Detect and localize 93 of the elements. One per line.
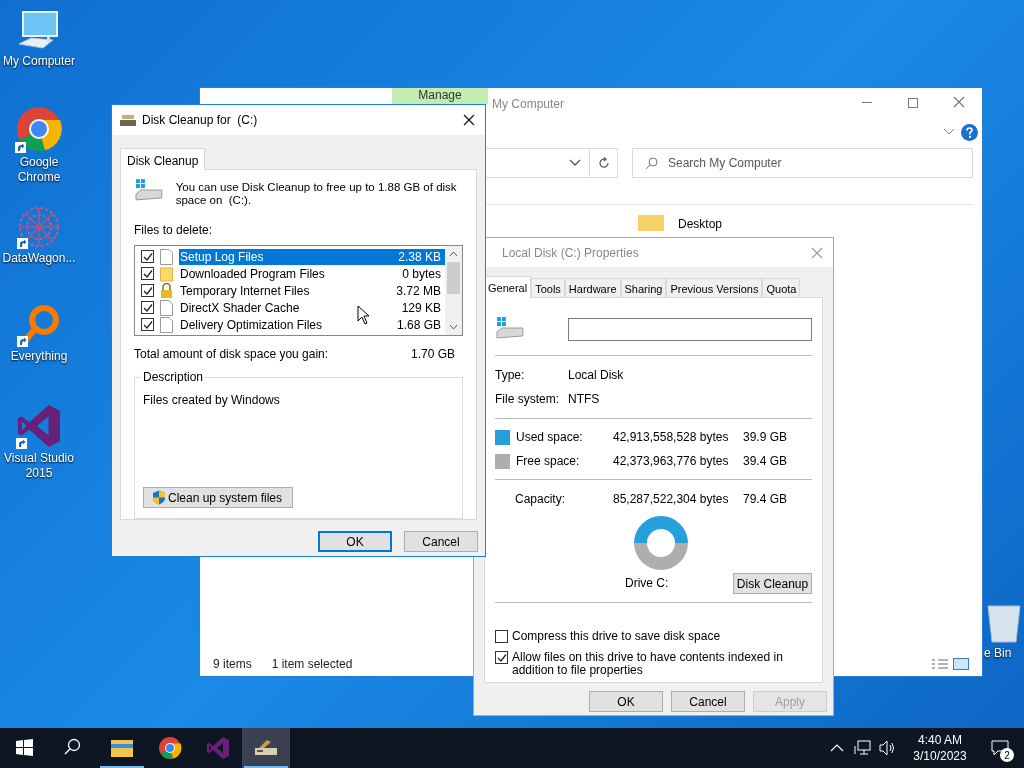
dialog-button[interactable]: Cancel	[404, 531, 478, 552]
help-icon[interactable]	[961, 123, 978, 141]
dialog-button[interactable]: Cancel	[671, 691, 745, 712]
file-row[interactable]: Delivery Optimization Files 1.68 GB	[179, 316, 445, 333]
checkbox-label[interactable]: Compress this drive to save disk space	[512, 630, 812, 643]
file-row[interactable]: Temporary Internet Files 3.72 MB	[179, 282, 445, 299]
folder-icon	[110, 738, 134, 758]
drive-icon	[495, 316, 525, 342]
dialog-button[interactable]: OK	[589, 691, 663, 712]
field-value: 42,913,558,528 bytes	[613, 429, 730, 446]
chevron-down-icon[interactable]	[943, 128, 955, 136]
desktop-icon-label[interactable]: My Computer	[1, 54, 77, 69]
mesh-pattern-icon	[17, 205, 61, 249]
tab[interactable]: Sharing	[620, 278, 667, 297]
drive-name-field[interactable]	[567, 317, 812, 341]
dialog-title: Local Disk (C:) Properties	[502, 244, 640, 262]
tab[interactable]: Hardware	[564, 278, 621, 297]
field-value: 42,373,963,776 bytes	[613, 453, 730, 470]
page-icon	[160, 299, 173, 316]
field-value: NTFS	[568, 391, 600, 408]
desktop-icon-label[interactable]: Everything	[1, 349, 77, 364]
vs-logo-icon	[16, 403, 62, 449]
page-icon	[160, 316, 173, 333]
field-label: Used space:	[516, 429, 584, 446]
total-label: Total amount of disk space you gain:	[134, 346, 330, 364]
large-icons-view-icon[interactable]	[953, 658, 969, 670]
computer-icon	[17, 10, 61, 52]
shield-icon	[152, 490, 166, 505]
field-label: File system:	[495, 391, 560, 408]
field-value: 39.9 GB	[743, 429, 788, 446]
vs-logo-icon	[206, 736, 230, 760]
field-label: Capacity:	[515, 491, 567, 508]
drive-brush-icon	[253, 738, 279, 758]
file-row[interactable]: Downloaded Program Files 0 bytes	[179, 265, 445, 282]
tab[interactable]: Tools	[531, 278, 565, 297]
clock[interactable]: 4:40 AM 3/10/2023	[904, 732, 976, 764]
desktop-icon-label[interactable]: Google Chrome	[1, 155, 77, 185]
tab[interactable]: Previous Versions	[666, 278, 763, 297]
tab[interactable]: Disk Cleanup	[120, 148, 206, 170]
checkbox[interactable]	[495, 651, 508, 664]
checkbox[interactable]	[495, 630, 508, 643]
network-icon[interactable]	[854, 740, 872, 756]
drive-icon	[134, 178, 164, 204]
notification-count: 2	[1000, 748, 1014, 762]
checkbox[interactable]	[141, 250, 154, 263]
status-text: 9 items	[213, 656, 252, 673]
file-row[interactable]: DirectX Shader Cache 129 KB	[179, 299, 445, 316]
file-row[interactable]: Setup Log Files 2.38 KB	[179, 248, 445, 265]
desktop-icon-label[interactable]: Visual Studio 2015	[1, 451, 77, 481]
total-value: 1.70 GB	[410, 346, 455, 364]
tab[interactable]: Quota	[762, 278, 801, 297]
checkbox[interactable]	[141, 267, 154, 280]
checkbox-label[interactable]: Allow files on this drive to have contents indexed in addition to file properties	[512, 651, 812, 677]
tab[interactable]: General	[484, 276, 532, 298]
drive-label: Drive C:	[625, 575, 669, 592]
ribbon-tab[interactable]: Manage	[392, 88, 488, 104]
checkbox[interactable]	[141, 301, 154, 314]
taskbar-app-button[interactable]	[242, 728, 290, 768]
window-title: My Computer	[492, 96, 565, 113]
desktop-icon-label[interactable]: e Bin	[984, 644, 1024, 662]
desktop-icon-label[interactable]: DataWagon...	[1, 251, 77, 266]
dialog-title: Disk Cleanup for (C:)	[142, 112, 259, 129]
field-value: 39.4 GB	[743, 453, 788, 470]
status-text: 1 item selected	[271, 656, 353, 673]
disk-cleanup-button[interactable]: Disk Cleanup	[733, 573, 812, 594]
mouse-cursor-icon	[357, 305, 370, 325]
speaker-icon[interactable]	[878, 740, 896, 756]
chevron-down-icon[interactable]	[569, 159, 581, 167]
clean-system-files-button[interactable]: Clean up system files	[143, 487, 293, 508]
folder-label[interactable]: Desktop	[678, 215, 723, 233]
folder-icon	[160, 265, 173, 282]
search-icon	[645, 156, 658, 170]
drive-brush-icon	[120, 113, 136, 127]
checkbox[interactable]	[141, 318, 154, 331]
section-label: Files to delete:	[134, 222, 214, 239]
search-field[interactable]: Search My Computer	[632, 148, 973, 178]
field-label: Free space:	[516, 453, 581, 470]
field-value: 85,287,522,304 bytes	[613, 491, 730, 508]
description-text: Files created by Windows	[143, 392, 281, 410]
checkbox[interactable]	[141, 284, 154, 297]
intro-text: You can use Disk Cleanup to free up to 1.88 GB of disk space on (C:).	[175, 180, 458, 207]
field-label: Type:	[495, 367, 526, 384]
field-value: Local Disk	[568, 367, 624, 384]
field-value: 79.4 GB	[743, 491, 788, 508]
chrome-icon	[15, 105, 63, 153]
scrollbar[interactable]	[445, 246, 462, 336]
chevron-up-icon[interactable]	[830, 743, 844, 753]
chrome-icon	[158, 736, 182, 760]
page-icon	[160, 248, 173, 265]
folder-icon	[638, 215, 664, 231]
lock-icon	[160, 282, 173, 299]
dialog-button[interactable]: OK	[318, 531, 392, 552]
group-label: Description	[141, 370, 206, 385]
